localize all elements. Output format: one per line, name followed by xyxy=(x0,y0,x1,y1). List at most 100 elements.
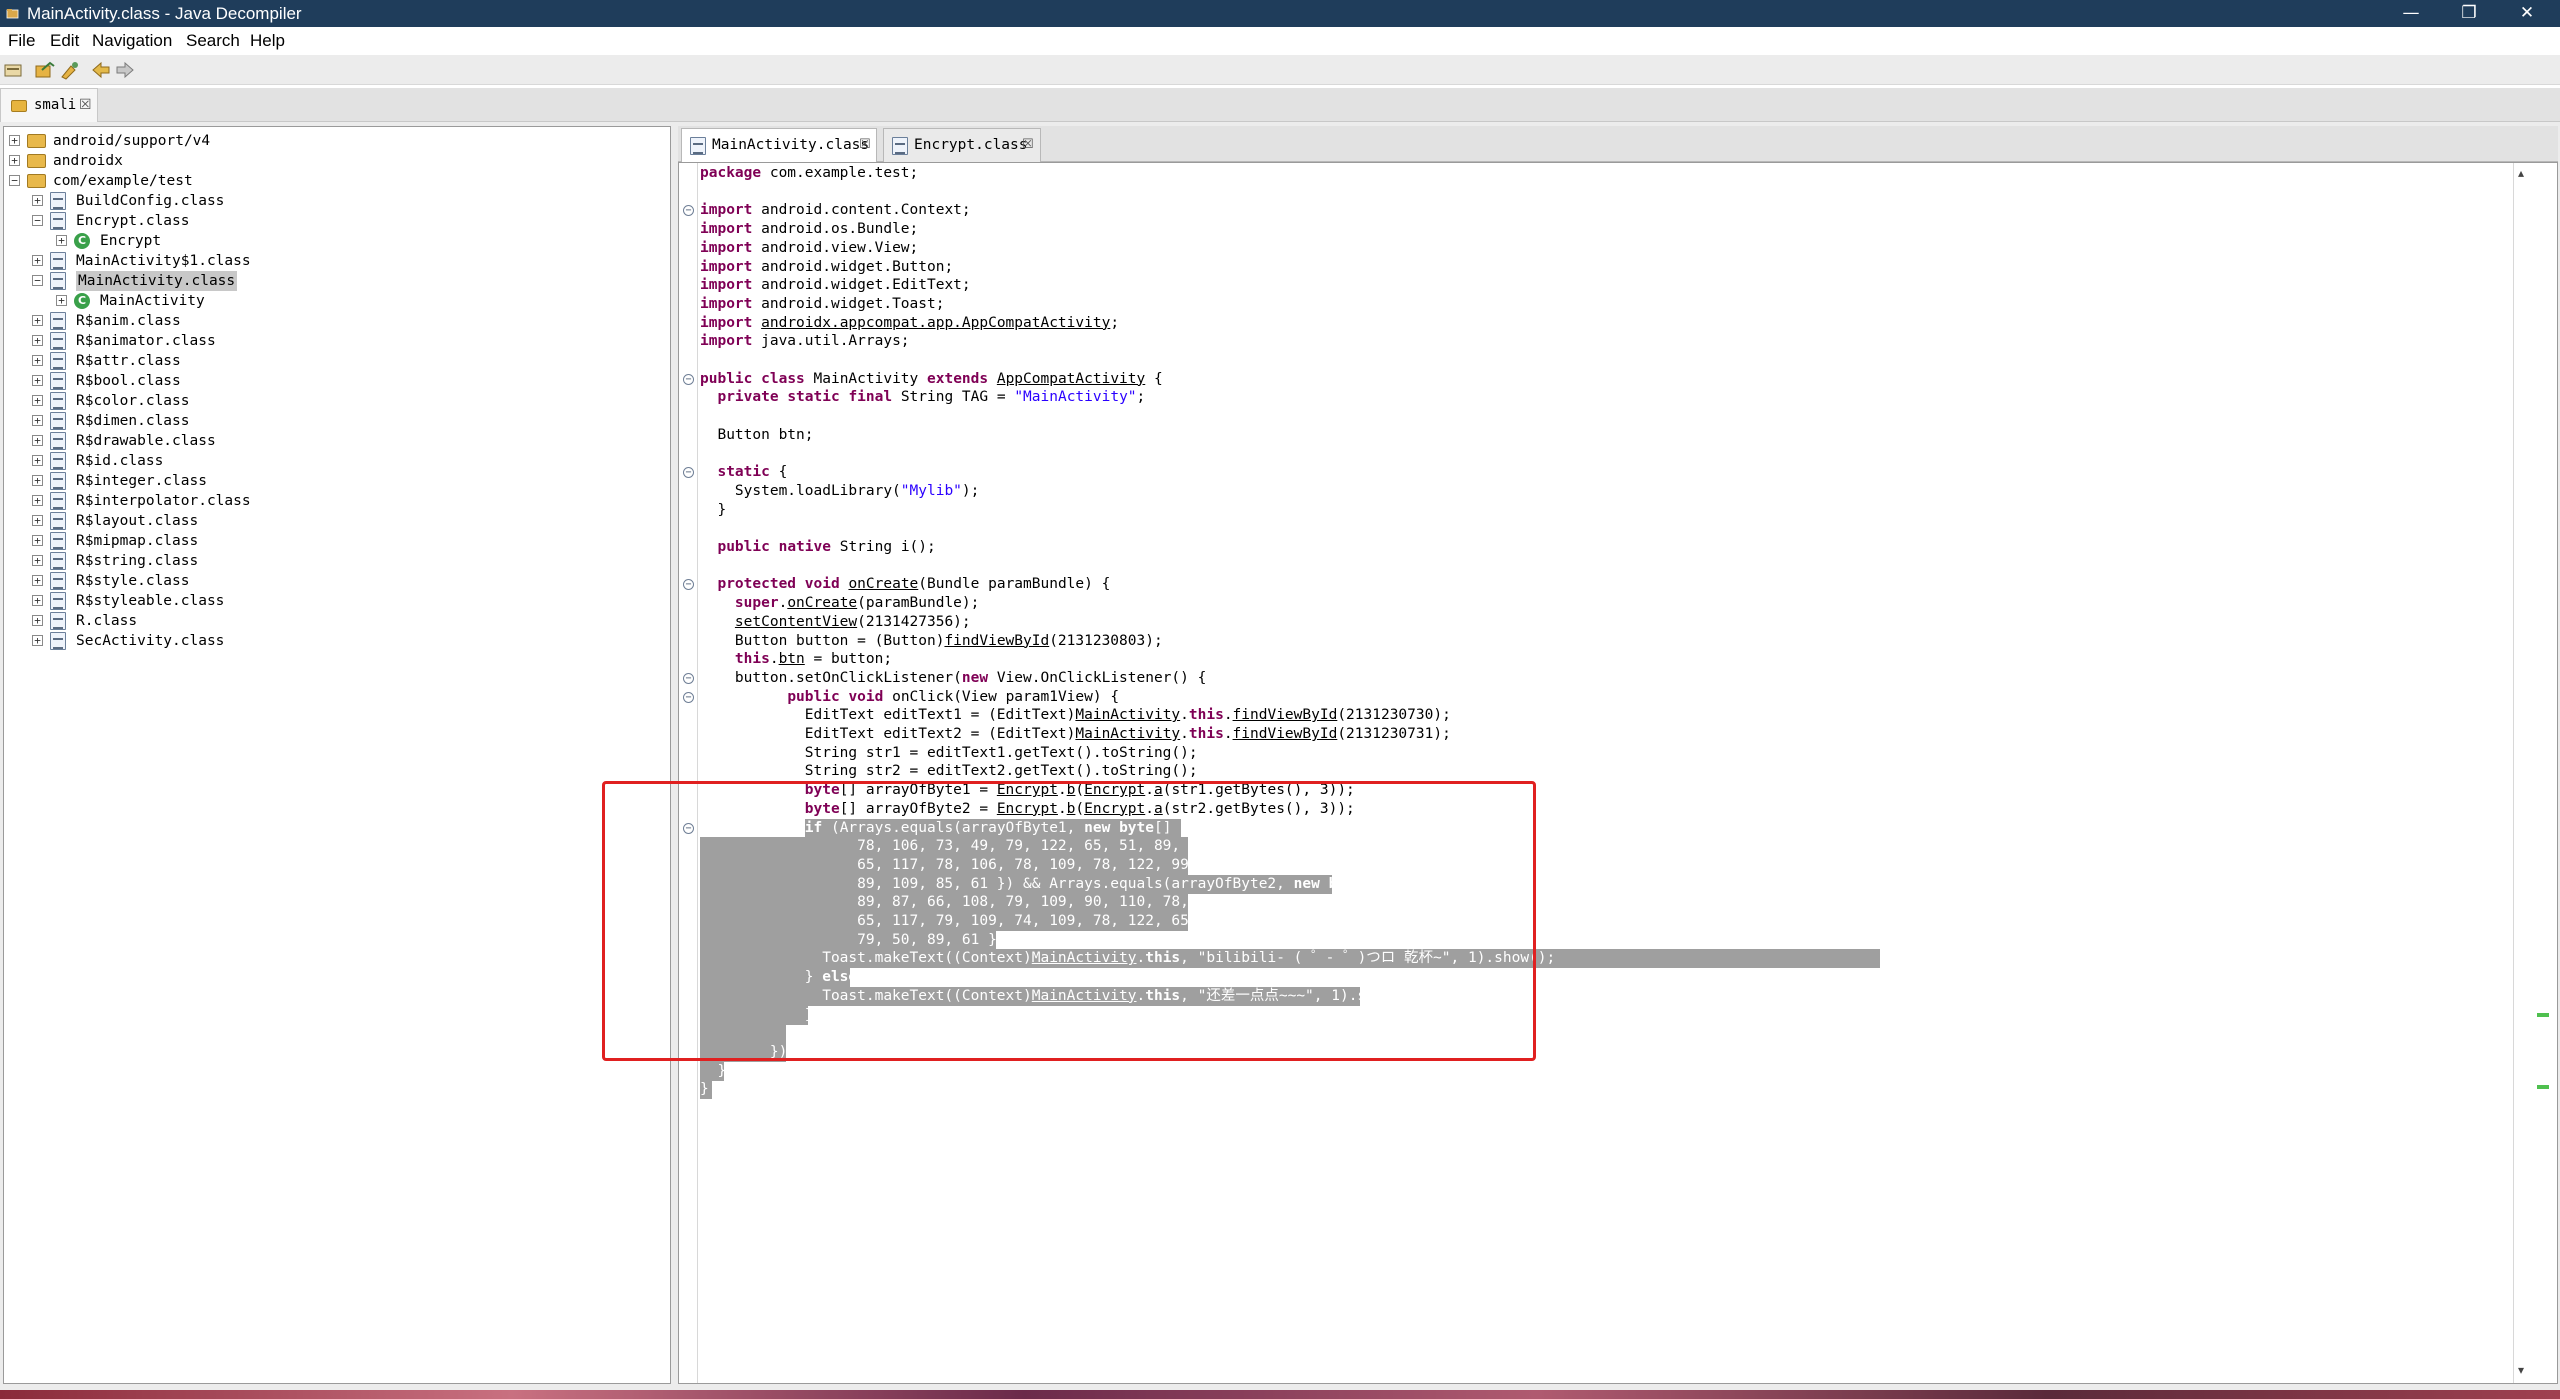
tree-item[interactable]: + R$id.class xyxy=(4,451,664,471)
fold-toggle-icon[interactable]: − xyxy=(683,579,694,591)
tree-item[interactable]: + R$integer.class xyxy=(4,471,664,491)
tree-item[interactable]: + R$bool.class xyxy=(4,371,664,391)
code-line: setContentView(2131427356); xyxy=(734,613,971,630)
expand-icon[interactable]: + xyxy=(32,415,43,426)
class-file-icon xyxy=(690,137,706,155)
tree-item[interactable]: + SecActivity.class xyxy=(4,631,664,651)
menu-search[interactable]: Search xyxy=(186,31,240,51)
fold-toggle-icon[interactable]: − xyxy=(683,691,694,703)
fold-toggle-icon[interactable]: − xyxy=(683,467,694,479)
fold-toggle-icon[interactable]: − xyxy=(683,672,694,684)
tab-smali[interactable]: smali ☒ xyxy=(0,88,98,122)
expand-icon[interactable]: + xyxy=(32,395,43,406)
menu-navigation[interactable]: Navigation xyxy=(92,31,172,51)
code-line: import androidx.appcompat.app.AppCompatA… xyxy=(700,314,1120,331)
expand-icon[interactable]: + xyxy=(32,515,43,526)
overview-ruler-mark[interactable] xyxy=(2537,1085,2549,1089)
open-type-icon[interactable] xyxy=(3,60,25,80)
expand-icon[interactable]: + xyxy=(32,575,43,586)
editor-vertical-scrollbar[interactable]: ▴ ▾ xyxy=(2513,163,2533,1383)
tab-encrypt-label: Encrypt.class xyxy=(914,137,1028,153)
expand-icon[interactable]: + xyxy=(32,555,43,566)
collapse-icon[interactable]: − xyxy=(32,275,43,286)
expand-icon[interactable]: + xyxy=(32,535,43,546)
class-file-icon xyxy=(50,372,66,390)
tree-item[interactable]: − MainActivity.class xyxy=(4,271,664,291)
expand-icon[interactable]: + xyxy=(56,295,67,306)
expand-icon[interactable]: + xyxy=(56,235,67,246)
class-file-icon xyxy=(50,472,66,490)
tree-item[interactable]: + R$animator.class xyxy=(4,331,664,351)
collapse-icon[interactable]: − xyxy=(32,215,43,226)
expand-icon[interactable]: + xyxy=(32,355,43,366)
code-line: } xyxy=(700,1006,814,1023)
package-tree[interactable]: + android/support/v4 + androidx − com/example… xyxy=(3,126,671,1384)
tree-item[interactable]: + R$styleable.class xyxy=(4,591,664,611)
tree-item[interactable]: + R$layout.class xyxy=(4,511,664,531)
tree-item[interactable]: + R$interpolator.class xyxy=(4,491,664,511)
tree-item[interactable]: + R$mipmap.class xyxy=(4,531,664,551)
expand-icon[interactable]: + xyxy=(32,595,43,606)
expand-icon[interactable]: + xyxy=(32,635,43,646)
tree-item[interactable]: + R$string.class xyxy=(4,551,664,571)
tree-item-label: R$style.class xyxy=(76,573,190,589)
tree-item[interactable]: − com/example/test xyxy=(4,171,664,191)
expand-icon[interactable]: + xyxy=(32,315,43,326)
class-file-icon xyxy=(50,532,66,550)
tree-item[interactable]: + R$dimen.class xyxy=(4,411,664,431)
tree-item[interactable]: + R$anim.class xyxy=(4,311,664,331)
menu-file[interactable]: File xyxy=(8,31,35,51)
minimize-button[interactable]: — xyxy=(2382,0,2440,27)
expand-icon[interactable]: + xyxy=(9,155,20,166)
fold-toggle-icon[interactable]: − xyxy=(683,205,694,217)
class-file-icon xyxy=(50,392,66,410)
tree-item[interactable]: + R$color.class xyxy=(4,391,664,411)
tree-item[interactable]: − Encrypt.class xyxy=(4,211,664,231)
tab-close-icon[interactable]: ☒ xyxy=(1022,137,1034,152)
tab-mainactivity[interactable]: MainActivity.class ☒ xyxy=(681,128,877,164)
tab-close-icon[interactable]: ☒ xyxy=(859,137,871,152)
expand-icon[interactable]: + xyxy=(32,455,43,466)
scroll-down-icon[interactable]: ▾ xyxy=(2518,1363,2530,1377)
menu-edit[interactable]: Edit xyxy=(50,31,79,51)
class-file-icon xyxy=(50,612,66,630)
close-window-button[interactable]: ✕ xyxy=(2498,0,2556,27)
fold-toggle-icon[interactable]: − xyxy=(683,822,694,834)
scroll-up-icon[interactable]: ▴ xyxy=(2518,166,2530,180)
code-line: System.loadLibrary("Mylib"); xyxy=(700,482,980,499)
open-file-icon[interactable] xyxy=(34,60,56,80)
tree-item[interactable]: + BuildConfig.class xyxy=(4,191,664,211)
expand-icon[interactable]: + xyxy=(32,475,43,486)
collapse-icon[interactable]: − xyxy=(9,175,20,186)
tree-item[interactable]: + C MainActivity xyxy=(4,291,664,311)
expand-icon[interactable]: + xyxy=(9,135,20,146)
expand-icon[interactable]: + xyxy=(32,335,43,346)
fold-toggle-icon[interactable]: − xyxy=(683,373,694,385)
expand-icon[interactable]: + xyxy=(32,495,43,506)
tab-encrypt[interactable]: Encrypt.class ☒ xyxy=(883,128,1041,162)
tree-item[interactable]: + R$drawable.class xyxy=(4,431,664,451)
expand-icon[interactable]: + xyxy=(32,255,43,266)
expand-icon[interactable]: + xyxy=(32,435,43,446)
menu-help[interactable]: Help xyxy=(250,31,285,51)
code-line: this.btn = button; xyxy=(734,651,893,668)
expand-icon[interactable]: + xyxy=(32,195,43,206)
tab-close-icon[interactable]: ☒ xyxy=(79,97,92,113)
tree-item[interactable]: + R$style.class xyxy=(4,571,664,591)
expand-icon[interactable]: + xyxy=(32,375,43,386)
tree-item[interactable]: + MainActivity$1.class xyxy=(4,251,664,271)
tree-item[interactable]: + android/support/v4 xyxy=(4,131,664,151)
search-icon[interactable] xyxy=(59,60,81,80)
expand-icon[interactable]: + xyxy=(32,615,43,626)
tree-item[interactable]: + R.class xyxy=(4,611,664,631)
forward-icon[interactable] xyxy=(114,60,136,80)
tree-item[interactable]: + androidx xyxy=(4,151,664,171)
tree-item[interactable]: + R$attr.class xyxy=(4,351,664,371)
code-line: 65, 117, 78, 106, 78, 109, 78, 122, 99, … xyxy=(700,856,1233,873)
tree-item[interactable]: + C Encrypt xyxy=(4,231,664,251)
overview-ruler-mark[interactable] xyxy=(2537,1013,2549,1017)
code-editor[interactable]: − − − − − − − package com.example.test; import a… xyxy=(678,162,2558,1384)
restore-button[interactable]: ❐ xyxy=(2440,0,2498,27)
back-icon[interactable] xyxy=(90,60,112,80)
tree-item-label: Encrypt.class xyxy=(76,213,190,229)
